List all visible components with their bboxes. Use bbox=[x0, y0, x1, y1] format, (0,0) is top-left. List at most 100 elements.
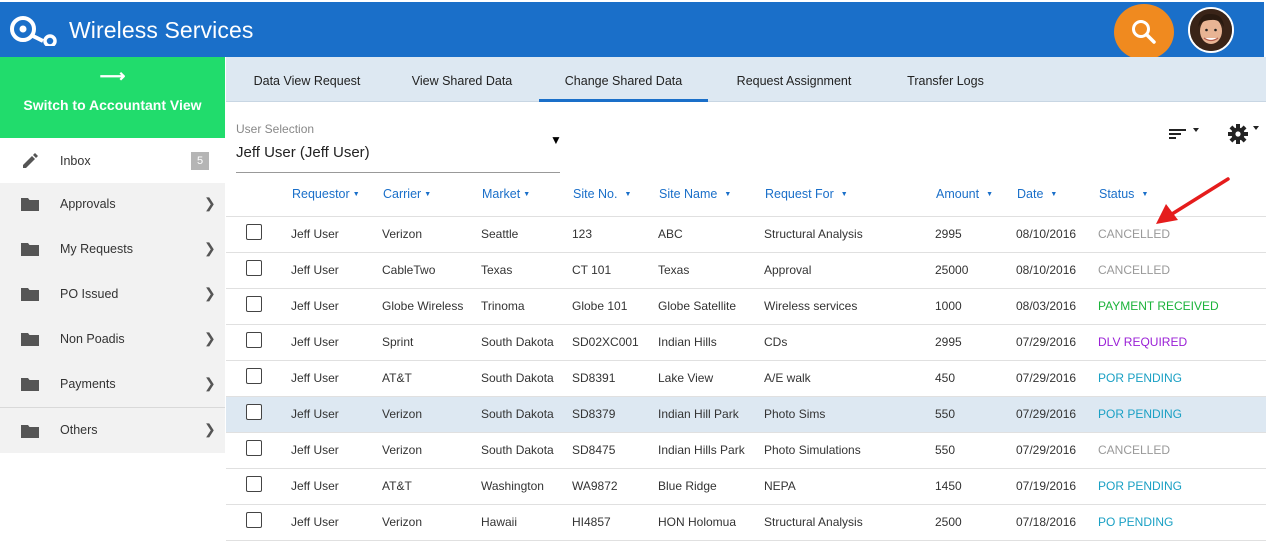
column-header-requestor[interactable]: Requestor ▼ bbox=[292, 187, 360, 201]
sidebar-item-others[interactable]: Others ❯ bbox=[0, 408, 225, 453]
cell-site-name: Lake View bbox=[658, 371, 714, 385]
cell-requestor: Jeff User bbox=[291, 299, 339, 313]
sidebar-item-label: Non Poadis bbox=[60, 332, 125, 346]
cell-requestor: Jeff User bbox=[291, 227, 339, 241]
sidebar-item-label: Approvals bbox=[60, 197, 116, 211]
cell-status: PO PENDING bbox=[1098, 515, 1174, 529]
row-checkbox[interactable] bbox=[246, 224, 262, 240]
sidebar-item-approvals[interactable]: Approvals ❯ bbox=[0, 181, 225, 226]
cell-market: South Dakota bbox=[481, 443, 554, 457]
column-header-amount[interactable]: Amount ▼ bbox=[936, 187, 993, 201]
cell-date: 08/10/2016 bbox=[1016, 227, 1077, 241]
cell-amount: 550 bbox=[935, 407, 956, 421]
cell-status: DLV REQUIRED bbox=[1098, 335, 1188, 349]
sidebar-item-payments[interactable]: Payments ❯ bbox=[0, 361, 225, 406]
sort-icon[interactable] bbox=[1168, 124, 1202, 142]
cell-site-no: HI4857 bbox=[572, 515, 611, 529]
row-checkbox[interactable] bbox=[246, 476, 262, 492]
tab-view-shared-data[interactable]: View Shared Data bbox=[399, 57, 525, 102]
folder-icon bbox=[21, 333, 39, 346]
tab-bar: Data View Request View Shared Data Chang… bbox=[226, 57, 1266, 102]
column-header-date[interactable]: Date ▼ bbox=[1017, 187, 1057, 201]
cell-carrier: CableTwo bbox=[382, 263, 436, 277]
tab-change-shared-data[interactable]: Change Shared Data bbox=[539, 57, 708, 102]
folder-icon bbox=[21, 198, 39, 211]
table-row[interactable]: Jeff User AT&T South Dakota SD8391 Lake View… bbox=[226, 360, 1266, 396]
avatar[interactable] bbox=[1188, 7, 1234, 53]
cell-requestor: Jeff User bbox=[291, 515, 339, 529]
cell-request-for: Photo Sims bbox=[764, 407, 826, 421]
row-checkbox[interactable] bbox=[246, 512, 262, 528]
cell-site-name: Globe Satellite bbox=[658, 299, 737, 313]
search-button[interactable] bbox=[1114, 4, 1174, 60]
cell-status: POR PENDING bbox=[1098, 407, 1183, 421]
cell-date: 07/29/2016 bbox=[1016, 335, 1077, 349]
column-header-market[interactable]: Market ▼ bbox=[482, 187, 530, 201]
table-row[interactable]: Jeff User Sprint South Dakota SD02XC001 Indi… bbox=[226, 324, 1266, 360]
cell-site-no: SD8379 bbox=[572, 407, 616, 421]
cell-market: Seattle bbox=[481, 227, 519, 241]
cell-status: CANCELLED bbox=[1098, 227, 1171, 241]
sidebar-item-po-issued[interactable]: PO Issued ❯ bbox=[0, 271, 225, 316]
cell-site-no: SD02XC001 bbox=[572, 335, 639, 349]
cell-market: South Dakota bbox=[481, 335, 554, 349]
row-checkbox[interactable] bbox=[246, 332, 262, 348]
row-checkbox[interactable] bbox=[246, 368, 262, 384]
table-row[interactable]: Jeff User AT&T Washington WA9872 Blue Ridge N… bbox=[226, 468, 1266, 504]
folder-icon bbox=[21, 243, 39, 256]
sidebar: ⟶ Switch to Accountant View Inbox 5 Appr… bbox=[0, 57, 225, 541]
chevron-right-icon: ❯ bbox=[204, 375, 216, 391]
cell-requestor: Jeff User bbox=[291, 443, 339, 457]
user-selection-underline bbox=[236, 172, 560, 173]
table-row[interactable]: Jeff User Verizon Hawaii HI4857 HON Holomua S… bbox=[226, 504, 1266, 540]
user-avatar-icon bbox=[1190, 9, 1232, 51]
sidebar-item-inbox[interactable]: Inbox 5 bbox=[0, 138, 225, 183]
tab-transfer-logs[interactable]: Transfer Logs bbox=[894, 57, 997, 102]
tab-request-assignment[interactable]: Request Assignment bbox=[724, 57, 864, 102]
header-text: Market bbox=[482, 187, 521, 201]
tab-data-view-request[interactable]: Data View Request bbox=[240, 57, 374, 102]
cell-market: South Dakota bbox=[481, 407, 554, 421]
cell-requestor: Jeff User bbox=[291, 407, 339, 421]
cell-carrier: Globe Wireless bbox=[382, 299, 464, 313]
cell-requestor: Jeff User bbox=[291, 335, 339, 349]
row-checkbox[interactable] bbox=[246, 440, 262, 456]
dropdown-caret-icon[interactable]: ▼ bbox=[550, 133, 562, 147]
cell-request-for: Structural Analysis bbox=[764, 515, 863, 529]
gear-icon[interactable] bbox=[1228, 123, 1262, 145]
cell-carrier: Verizon bbox=[382, 407, 423, 421]
cell-site-name: Texas bbox=[658, 263, 690, 277]
table-row[interactable]: Jeff User Verizon South Dakota SD8379 Indian… bbox=[226, 396, 1266, 432]
column-header-site-name[interactable]: Site Name ▼ bbox=[659, 187, 731, 201]
column-header-status[interactable]: Status ▼ bbox=[1099, 187, 1148, 201]
user-selection-select[interactable]: Jeff User (Jeff User) bbox=[236, 144, 370, 161]
sidebar-item-non-poadis[interactable]: Non Poadis ❯ bbox=[0, 316, 225, 361]
cell-amount: 2995 bbox=[935, 227, 962, 241]
table-row[interactable]: Jeff User CableTwo Texas CT 101 Texas Approva… bbox=[226, 252, 1266, 288]
sidebar-item-my-requests[interactable]: My Requests ❯ bbox=[0, 226, 225, 271]
row-checkbox[interactable] bbox=[246, 260, 262, 276]
cell-site-name: HON Holomua bbox=[658, 515, 737, 529]
inbox-count-badge: 5 bbox=[191, 152, 209, 170]
row-checkbox[interactable] bbox=[246, 404, 262, 420]
column-header-request-for[interactable]: Request For ▼ bbox=[765, 187, 848, 201]
sidebar-item-label: My Requests bbox=[60, 242, 133, 256]
cell-date: 07/29/2016 bbox=[1016, 443, 1077, 457]
header-text: Site Name bbox=[659, 187, 718, 201]
cell-carrier: AT&T bbox=[382, 479, 412, 493]
switch-accountant-view-button[interactable]: ⟶ Switch to Accountant View bbox=[0, 57, 225, 138]
cell-site-no: SD8391 bbox=[572, 371, 616, 385]
cell-status: POR PENDING bbox=[1098, 479, 1183, 493]
cell-amount: 450 bbox=[935, 371, 956, 385]
cell-request-for: Approval bbox=[764, 263, 812, 277]
cell-site-no: WA9872 bbox=[572, 479, 618, 493]
table-row[interactable]: Jeff User Verizon Seattle 123 ABC Structural … bbox=[226, 216, 1266, 252]
table-row[interactable]: Jeff User Verizon South Dakota SD8475 Indian… bbox=[226, 432, 1266, 468]
folder-icon bbox=[21, 378, 39, 391]
cell-amount: 550 bbox=[935, 443, 956, 457]
cell-requestor: Jeff User bbox=[291, 371, 339, 385]
column-header-site-no[interactable]: Site No. ▼ bbox=[573, 187, 631, 201]
row-checkbox[interactable] bbox=[246, 296, 262, 312]
column-header-carrier[interactable]: Carrier ▼ bbox=[383, 187, 431, 201]
table-row[interactable]: Jeff User Globe Wireless Trinoma Globe 101 G… bbox=[226, 288, 1266, 324]
